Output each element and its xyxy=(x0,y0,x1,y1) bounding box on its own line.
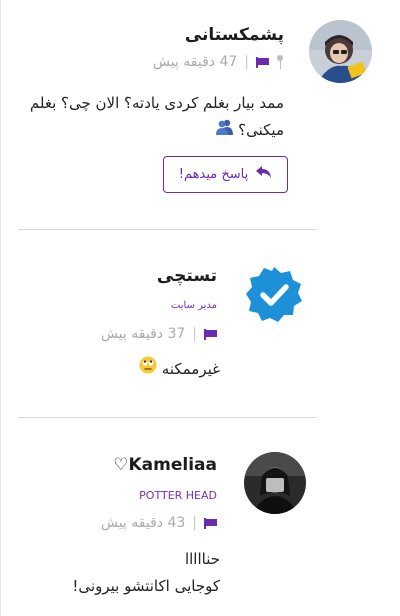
busts-in-silhouette-emoji xyxy=(216,117,234,144)
meta-separator: | xyxy=(192,326,197,342)
comment-text-line: میکنی؟ xyxy=(14,117,284,144)
comment-meta: | 43 دقیقه پیش xyxy=(101,515,217,531)
comment-text-line: ممد بیار بغلم کردی یادته؟ الان چی؟ بغلم xyxy=(29,94,284,112)
comment-text: غیرممکنه xyxy=(70,356,220,383)
comment-time: 43 دقیقه پیش xyxy=(100,515,186,531)
meta-separator: | xyxy=(192,515,197,531)
user-avatar[interactable] xyxy=(244,452,306,514)
comment-text-line: حنااااا xyxy=(184,550,220,568)
flag-icon[interactable] xyxy=(204,328,217,340)
flag-icon[interactable] xyxy=(204,517,217,529)
reply-button[interactable]: پاسخ میدهم! xyxy=(163,156,288,193)
comment-text-fragment: میکنی؟ xyxy=(238,121,284,139)
meta-separator: | xyxy=(244,54,249,70)
comment-divider xyxy=(18,229,317,230)
flag-icon[interactable] xyxy=(256,56,269,68)
comment-author[interactable]: تستچی xyxy=(157,266,217,286)
comment-text-line: کوجایی اکانتشو بیرونی! xyxy=(72,577,220,595)
verified-badge-icon[interactable] xyxy=(245,265,303,323)
pin-icon[interactable] xyxy=(276,55,284,69)
author-role: مدیر سایت xyxy=(170,300,217,311)
comment-meta: | 47 دقیقه پیش xyxy=(153,54,284,70)
comment-text: ممد بیار بغلم کردی یادته؟ الان چی؟ بغلم … xyxy=(14,90,284,144)
comment-divider xyxy=(18,417,317,418)
comment-author[interactable]: ♡Kameliaa xyxy=(113,455,217,475)
reply-button-label: پاسخ میدهم! xyxy=(178,167,249,182)
comment-author[interactable]: پشمکستانی xyxy=(185,25,284,45)
comment-text: حنااااا کوجایی اکانتشو بیرونی! xyxy=(20,546,220,600)
comment-time: 47 دقیقه پیش xyxy=(152,54,238,70)
comment-time: 37 دقیقه پیش xyxy=(100,326,186,342)
user-avatar[interactable] xyxy=(309,20,372,83)
author-role: POTTER HEAD xyxy=(139,489,217,502)
comment-meta: | 37 دقیقه پیش xyxy=(101,326,217,342)
face-with-rolling-eyes-emoji xyxy=(139,356,157,383)
comment-text-fragment: غیرممکنه xyxy=(161,360,220,378)
reply-arrow-icon xyxy=(256,166,272,183)
left-border xyxy=(0,0,1,616)
